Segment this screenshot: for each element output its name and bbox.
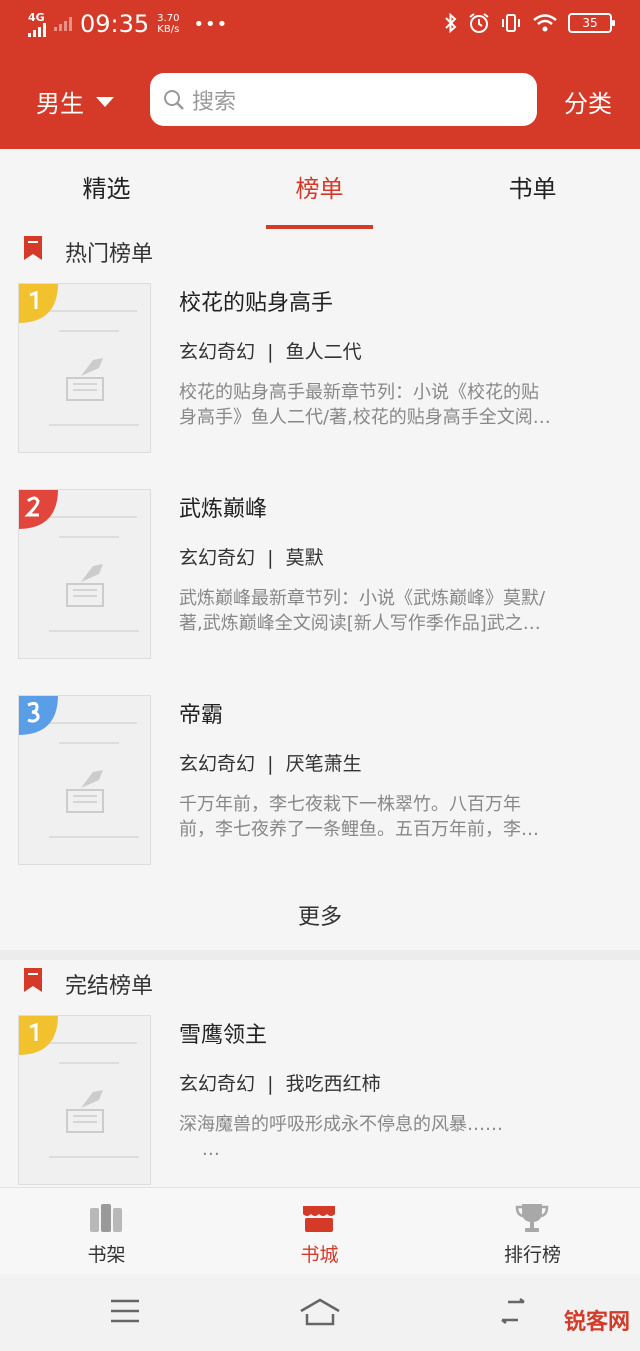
battery-icon: 35 — [568, 13, 615, 33]
book-description: 千万年前，李七夜栽下一株翠竹。八百万年 前，李七夜养了一条鲤鱼。五百万年前，李… — [179, 794, 539, 840]
nav-label: 书架 — [87, 1244, 126, 1266]
book-meta: 玄幻奇幻 | 莫默 — [179, 547, 324, 569]
book-meta: 玄幻奇幻 | 鱼人二代 — [179, 341, 362, 363]
image-placeholder-icon — [66, 358, 104, 401]
gender-selector[interactable]: 男生 — [36, 84, 114, 119]
section-title: 完结榜单 — [65, 974, 154, 999]
book-meta: 玄幻奇幻 | 我吃西红柿 — [179, 1073, 381, 1095]
app-header: 4G 09:35 3.70 KB/s ••• 35 男生 搜索 分类 — [0, 0, 640, 149]
vibrate-icon — [502, 14, 520, 32]
tab-bar: 精选 榜单 书单 — [0, 149, 640, 229]
book-cover — [18, 283, 151, 453]
tab-booklists[interactable]: 书单 — [426, 149, 639, 229]
section-header-hot: 热门榜单 — [0, 232, 640, 272]
watermark-logo: 锐客网 — [563, 1310, 630, 1335]
wifi-icon — [533, 14, 557, 32]
trophy-icon — [515, 1204, 549, 1232]
bottom-nav: 书架 书城 排行榜 — [0, 1187, 640, 1274]
book-genre: 玄幻奇幻 — [179, 341, 256, 363]
book-author: 鱼人二代 — [285, 341, 362, 363]
book-item[interactable]: 武炼巅峰 玄幻奇幻 | 莫默 武炼巅峰最新章节列：小说《武炼巅峰》莫默/著,武炼… — [0, 489, 640, 669]
tab-rankings[interactable]: 榜单 — [213, 149, 426, 229]
rank-badge-3 — [19, 696, 58, 735]
search-placeholder: 搜索 — [192, 89, 237, 115]
gender-label: 男生 — [36, 90, 84, 118]
book-genre: 玄幻奇幻 — [179, 753, 256, 775]
system-nav-bar: 锐客网 — [0, 1274, 640, 1351]
image-placeholder-icon — [66, 564, 104, 607]
section-title: 热门榜单 — [65, 242, 154, 267]
bookmark-icon — [24, 236, 42, 260]
book-description: 校花的贴身高手最新章节列：小说《校花的贴 身高手》鱼人二代/著,校花的贴身高手全文… — [179, 382, 551, 428]
bluetooth-icon — [445, 12, 457, 34]
nav-bookshelf[interactable]: 书架 — [0, 1188, 213, 1275]
book-title: 雪鹰领主 — [179, 1023, 268, 1048]
back-icon[interactable] — [498, 1298, 528, 1324]
book-cover — [18, 695, 151, 865]
book-cover — [18, 1015, 151, 1185]
book-title: 校花的贴身高手 — [179, 291, 334, 316]
book-author: 我吃西红柿 — [285, 1073, 381, 1095]
signal-secondary-icon — [54, 17, 72, 31]
caret-down-icon — [96, 96, 114, 107]
rank-badge-2 — [19, 490, 58, 529]
search-input[interactable]: 搜索 — [150, 73, 537, 126]
menu-icon[interactable] — [110, 1298, 140, 1324]
book-item[interactable]: 帝霸 玄幻奇幻 | 厌笔萧生 千万年前，李七夜栽下一株翠竹。八百万年 前，李七夜养… — [0, 695, 640, 875]
nav-bookstore[interactable]: 书城 — [213, 1188, 426, 1275]
image-placeholder-icon — [66, 770, 104, 813]
category-button[interactable]: 分类 — [564, 84, 612, 119]
book-title: 武炼巅峰 — [179, 497, 268, 522]
nav-label: 书城 — [300, 1244, 339, 1266]
bookshelf-icon — [90, 1204, 122, 1232]
bookmark-icon — [24, 968, 42, 992]
book-author: 莫默 — [285, 547, 324, 569]
book-author: 厌笔萧生 — [285, 753, 362, 775]
book-description: 武炼巅峰最新章节列：小说《武炼巅峰》莫默/著,武炼巅峰全文阅读[新人写作季作品]… — [179, 588, 546, 634]
home-icon[interactable] — [299, 1298, 341, 1326]
section-divider — [0, 950, 640, 960]
status-bar: 4G 09:35 3.70 KB/s ••• 35 — [0, 0, 640, 52]
image-placeholder-icon — [66, 1090, 104, 1133]
rank-badge-1 — [19, 1016, 58, 1055]
book-genre: 玄幻奇幻 — [179, 1073, 256, 1095]
status-time: 09:35 — [80, 10, 150, 38]
signal-4g-icon: 4G — [28, 12, 46, 37]
book-item[interactable]: 雪鹰领主 玄幻奇幻 | 我吃西红柿 深海魔兽的呼吸形成永不停息的风暴…… … — [0, 1015, 640, 1195]
section-header-completed: 完结榜单 — [0, 964, 640, 1004]
book-genre: 玄幻奇幻 — [179, 547, 256, 569]
more-button[interactable]: 更多 — [0, 888, 640, 948]
book-meta: 玄幻奇幻 | 厌笔萧生 — [179, 753, 362, 775]
bookstore-icon — [303, 1206, 335, 1232]
alarm-icon — [469, 13, 489, 33]
search-icon — [164, 89, 184, 110]
book-title: 帝霸 — [179, 703, 224, 728]
more-notifications-icon: ••• — [193, 13, 229, 35]
nav-label: 排行榜 — [503, 1244, 561, 1266]
book-item[interactable]: 校花的贴身高手 玄幻奇幻 | 鱼人二代 校花的贴身高手最新章节列：小说《校花的贴… — [0, 283, 640, 463]
rank-badge-1 — [19, 284, 58, 323]
book-description: 深海魔兽的呼吸形成永不停息的风暴…… … — [179, 1114, 503, 1160]
network-speed: 3.70 KB/s — [157, 13, 180, 35]
nav-ranking[interactable]: 排行榜 — [426, 1188, 639, 1275]
active-tab-indicator — [266, 225, 373, 229]
book-cover — [18, 489, 151, 659]
tab-featured[interactable]: 精选 — [0, 149, 213, 229]
